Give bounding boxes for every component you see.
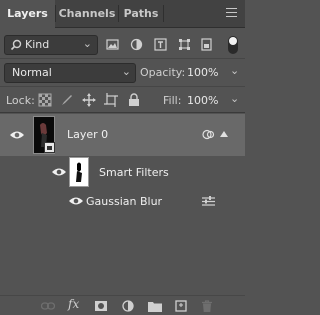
panel-bottom-toolbar: fx — [0, 295, 245, 315]
chevron-down-icon: ⌄ — [82, 37, 92, 50]
layers-panel: Layers Channels Paths Kind ⌄ Normal ⌄ Op… — [0, 0, 245, 315]
smart-filters-label[interactable]: Smart Filters — [99, 166, 169, 179]
smart-filter-indicator-icon — [202, 129, 215, 140]
opacity-input[interactable]: 100% — [187, 66, 218, 79]
smart-filter-mask-image — [70, 158, 88, 186]
filter-effect-row[interactable]: Gaussian Blur — [0, 190, 245, 212]
add-layer-style-button[interactable]: fx — [68, 297, 79, 311]
divider — [0, 58, 245, 59]
pixel-layer-filter-icon[interactable] — [106, 38, 119, 51]
tab-divider — [163, 5, 164, 22]
new-layer-icon[interactable] — [175, 300, 187, 312]
smart-object-badge-icon — [44, 142, 55, 153]
divider — [0, 112, 245, 113]
new-adjustment-layer-icon[interactable] — [122, 300, 134, 312]
lock-image-pixels-icon[interactable] — [60, 93, 74, 107]
fill-input[interactable]: 100% — [187, 94, 218, 107]
layer-name[interactable]: Layer 0 — [67, 128, 108, 141]
shape-layer-filter-icon[interactable] — [178, 38, 191, 51]
layer-row-layer-0[interactable]: Layer 0 — [0, 114, 245, 156]
chevron-down-icon: ⌄ — [121, 65, 131, 78]
filter-kind-label: Kind — [25, 38, 50, 51]
smart-object-filter-icon[interactable] — [200, 38, 213, 51]
new-group-folder-icon[interactable] — [148, 300, 162, 312]
chevron-down-icon[interactable]: ⌄ — [230, 64, 239, 77]
filter-blending-options-icon[interactable] — [202, 196, 215, 207]
lock-all-icon[interactable] — [127, 93, 141, 107]
lock-transparent-pixels-icon[interactable] — [38, 93, 52, 107]
chevron-up-icon[interactable] — [220, 131, 228, 137]
visibility-eye-icon[interactable] — [69, 196, 83, 206]
visibility-eye-icon[interactable] — [10, 130, 24, 140]
visibility-eye-icon[interactable] — [52, 167, 66, 177]
blend-mode-value: Normal — [12, 66, 52, 79]
tab-layers[interactable]: Layers — [0, 0, 55, 28]
adjustment-layer-filter-icon[interactable] — [130, 38, 143, 51]
search-icon — [10, 39, 22, 51]
link-layers-icon[interactable] — [41, 300, 55, 312]
opacity-label: Opacity: — [140, 66, 186, 79]
lock-label: Lock: — [6, 94, 35, 107]
filter-effect-name[interactable]: Gaussian Blur — [86, 195, 162, 208]
fill-label: Fill: — [163, 94, 182, 107]
filter-toggle-switch-icon[interactable] — [226, 36, 240, 54]
tab-channels[interactable]: Channels — [56, 0, 118, 27]
smart-filter-mask-thumbnail[interactable] — [69, 157, 89, 187]
filter-kind-dropdown[interactable]: Kind ⌄ — [4, 35, 98, 55]
panel-tab-bar: Layers Channels Paths — [0, 0, 245, 28]
lock-artboard-icon[interactable] — [104, 93, 118, 107]
delete-layer-trash-icon[interactable] — [201, 300, 213, 312]
divider — [0, 86, 245, 87]
type-layer-filter-icon[interactable] — [154, 38, 167, 51]
panel-menu-icon[interactable] — [226, 8, 237, 17]
add-layer-mask-icon[interactable] — [95, 300, 107, 312]
smart-filters-row[interactable]: Smart Filters — [0, 157, 245, 187]
blend-mode-dropdown[interactable]: Normal ⌄ — [4, 63, 136, 83]
chevron-down-icon[interactable]: ⌄ — [230, 92, 239, 105]
lock-position-icon[interactable] — [82, 93, 96, 107]
tab-paths[interactable]: Paths — [119, 0, 163, 27]
